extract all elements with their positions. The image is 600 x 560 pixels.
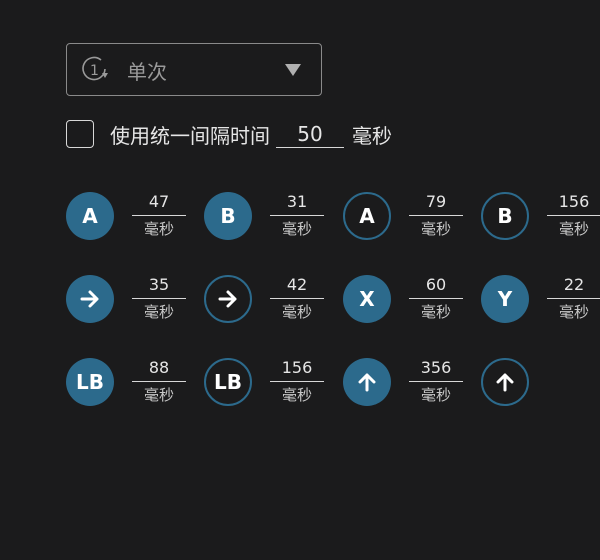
delay-value: 356 <box>420 358 452 377</box>
controller-button-label: A <box>82 204 98 228</box>
delay-divider <box>132 298 186 299</box>
controller-button-label: B <box>497 204 513 228</box>
sequence-step: B 156 毫秒 <box>481 192 600 252</box>
controller-button-label: X <box>359 287 375 311</box>
delay-value: 42 <box>286 275 308 294</box>
delay-divider <box>132 381 186 382</box>
controller-button[interactable] <box>66 275 114 323</box>
controller-button-label: Y <box>497 287 513 311</box>
delay-unit: 毫秒 <box>143 220 174 238</box>
delay-divider <box>409 381 463 382</box>
delay-unit: 毫秒 <box>420 386 451 404</box>
delay-value: 88 <box>148 358 170 377</box>
delay-divider <box>547 215 600 216</box>
step-delay[interactable]: 47 毫秒 <box>132 192 186 238</box>
controller-button-label: LB <box>76 370 104 394</box>
delay-divider <box>409 298 463 299</box>
repeat-once-icon: 1 <box>82 56 108 81</box>
step-delay[interactable]: 156 毫秒 <box>270 358 324 404</box>
delay-unit: 毫秒 <box>558 303 589 321</box>
delay-value: 156 <box>558 192 590 211</box>
delay-unit: 毫秒 <box>143 303 174 321</box>
step-delay[interactable]: 35 毫秒 <box>132 275 186 321</box>
controller-button-label: LB <box>214 370 242 394</box>
uniform-interval-row: 使用统一间隔时间 50 毫秒 <box>66 118 392 150</box>
controller-button[interactable]: B <box>204 192 252 240</box>
sequence-step: LB 156 毫秒 <box>204 358 344 418</box>
dropdown-value: 单次 <box>127 60 167 84</box>
step-delay[interactable]: 156 毫秒 <box>547 192 600 238</box>
delay-value: 22 <box>563 275 585 294</box>
interval-input[interactable]: 50 <box>276 121 344 148</box>
sequence-step <box>481 358 600 418</box>
delay-unit: 毫秒 <box>558 220 589 238</box>
step-delay[interactable]: 42 毫秒 <box>270 275 324 321</box>
delay-unit: 毫秒 <box>420 220 451 238</box>
sequence-step: B 31 毫秒 <box>204 192 344 252</box>
arrow-up-icon <box>496 373 514 392</box>
controller-button[interactable] <box>481 358 529 406</box>
step-delay[interactable]: 22 毫秒 <box>547 275 600 321</box>
controller-button[interactable]: LB <box>204 358 252 406</box>
sequence-step: Y 22 毫秒 <box>481 275 600 335</box>
delay-value: 35 <box>148 275 170 294</box>
controller-button[interactable] <box>343 358 391 406</box>
mode-dropdown[interactable]: 1 单次 <box>66 43 322 96</box>
sequence-step: 356 毫秒 <box>343 358 483 418</box>
svg-text:1: 1 <box>90 63 99 79</box>
delay-unit: 毫秒 <box>281 386 312 404</box>
controller-button-label: A <box>359 204 375 228</box>
step-delay[interactable]: 79 毫秒 <box>409 192 463 238</box>
arrow-right-icon <box>80 290 99 308</box>
step-delay[interactable]: 60 毫秒 <box>409 275 463 321</box>
interval-unit: 毫秒 <box>352 123 392 148</box>
delay-unit: 毫秒 <box>281 220 312 238</box>
sequence-step: A 79 毫秒 <box>343 192 483 252</box>
delay-value: 79 <box>425 192 447 211</box>
step-delay[interactable]: 356 毫秒 <box>409 358 463 404</box>
controller-button-label: B <box>220 204 236 228</box>
controller-button[interactable]: A <box>66 192 114 240</box>
delay-unit: 毫秒 <box>143 386 174 404</box>
delay-value: 156 <box>281 358 313 377</box>
caret-down-icon <box>285 64 301 76</box>
delay-divider <box>409 215 463 216</box>
sequence-step: LB 88 毫秒 <box>66 358 206 418</box>
controller-button[interactable]: A <box>343 192 391 240</box>
delay-divider <box>270 298 324 299</box>
controller-button[interactable]: Y <box>481 275 529 323</box>
delay-value: 60 <box>425 275 447 294</box>
delay-value: 31 <box>286 192 308 211</box>
delay-divider <box>132 215 186 216</box>
controller-button[interactable]: B <box>481 192 529 240</box>
delay-divider <box>270 215 324 216</box>
delay-divider <box>547 298 600 299</box>
controller-button[interactable] <box>204 275 252 323</box>
sequence-step: X 60 毫秒 <box>343 275 483 335</box>
delay-unit: 毫秒 <box>281 303 312 321</box>
delay-divider <box>270 381 324 382</box>
arrow-up-icon <box>358 373 376 392</box>
delay-unit: 毫秒 <box>420 303 451 321</box>
sequence-step: A 47 毫秒 <box>66 192 206 252</box>
arrow-right-icon <box>218 290 237 308</box>
controller-button[interactable]: X <box>343 275 391 323</box>
sequence-step: 35 毫秒 <box>66 275 206 335</box>
step-delay[interactable]: 31 毫秒 <box>270 192 324 238</box>
controller-button[interactable]: LB <box>66 358 114 406</box>
step-delay[interactable]: 88 毫秒 <box>132 358 186 404</box>
delay-value: 47 <box>148 192 170 211</box>
sequence-step: 42 毫秒 <box>204 275 344 335</box>
uniform-interval-label: 使用统一间隔时间 <box>110 123 270 148</box>
uniform-interval-checkbox[interactable] <box>66 120 94 148</box>
